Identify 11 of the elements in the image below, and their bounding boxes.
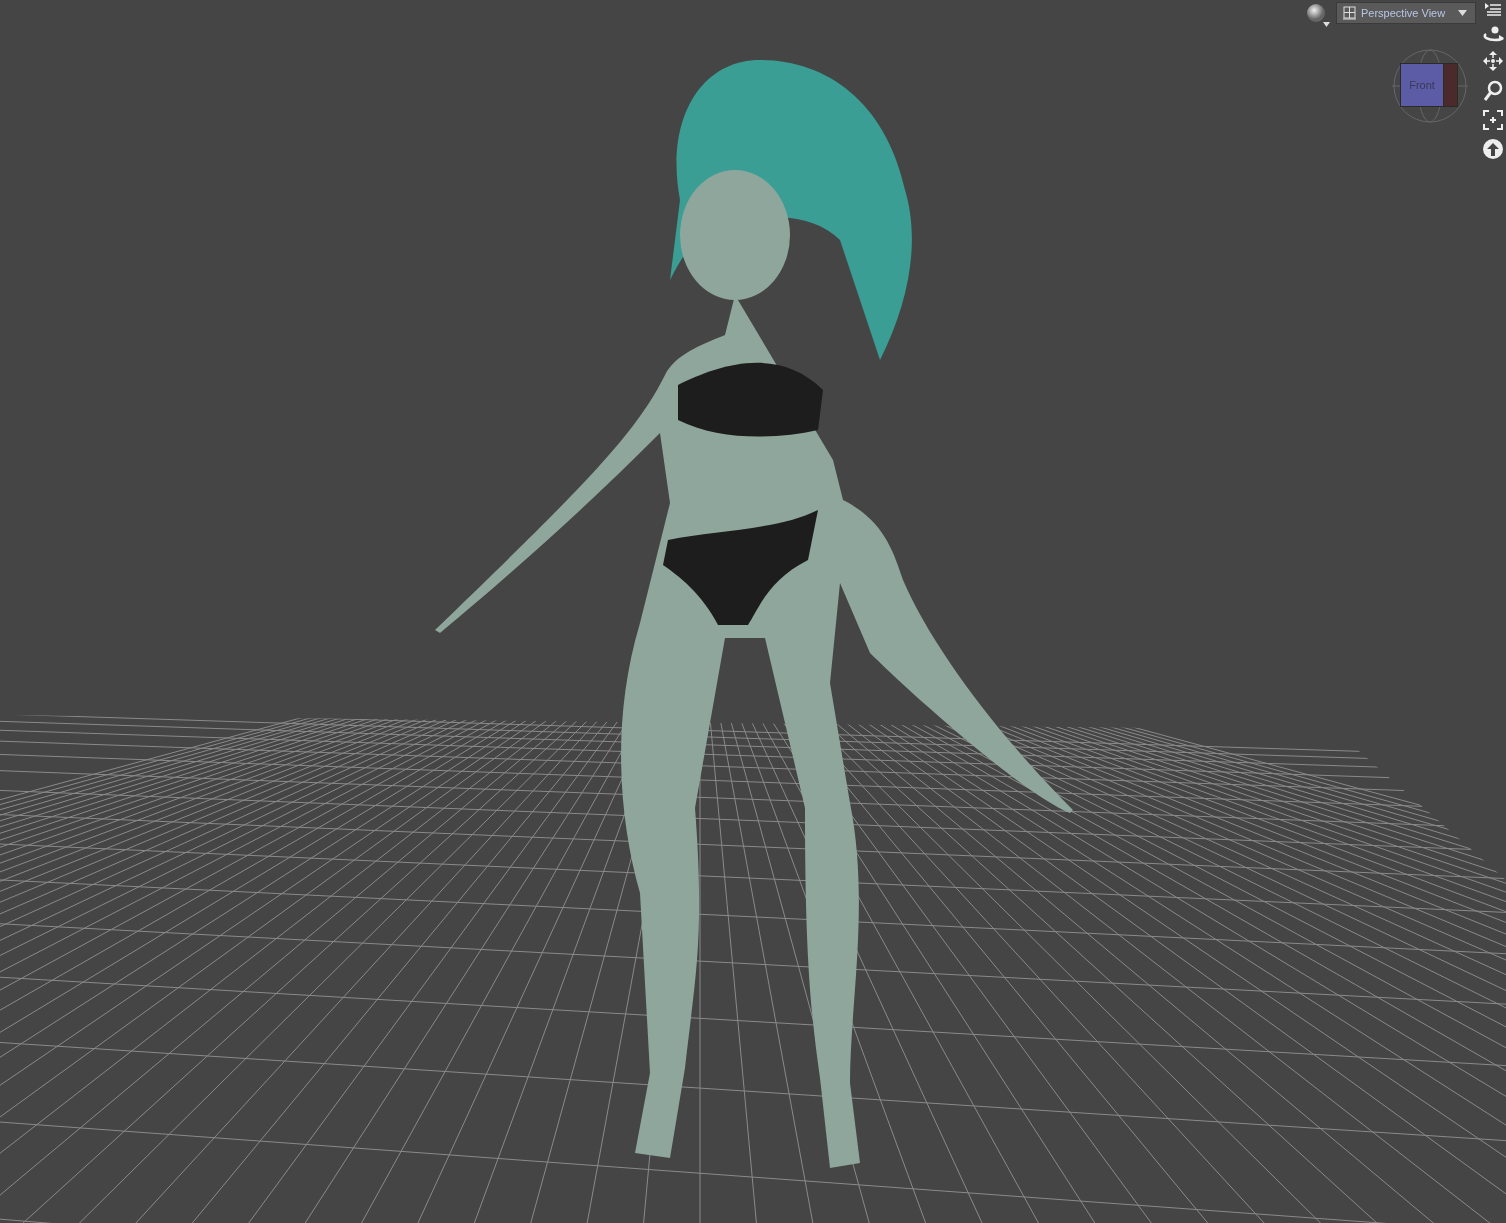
view-dropdown[interactable]: Perspective View xyxy=(1336,2,1476,24)
render-sphere-icon[interactable] xyxy=(1306,2,1332,28)
move-arrows-icon[interactable] xyxy=(1482,50,1504,72)
zoom-icon[interactable] xyxy=(1483,80,1503,102)
caret-icon xyxy=(1458,10,1467,16)
menu-icon[interactable] xyxy=(1484,2,1502,18)
frame-icon[interactable] xyxy=(1483,110,1503,130)
orbit-icon[interactable] xyxy=(1482,26,1504,42)
cube-face-label: Front xyxy=(1409,79,1435,91)
cube-side-face xyxy=(1443,63,1458,107)
window-layout-icon xyxy=(1343,6,1356,20)
